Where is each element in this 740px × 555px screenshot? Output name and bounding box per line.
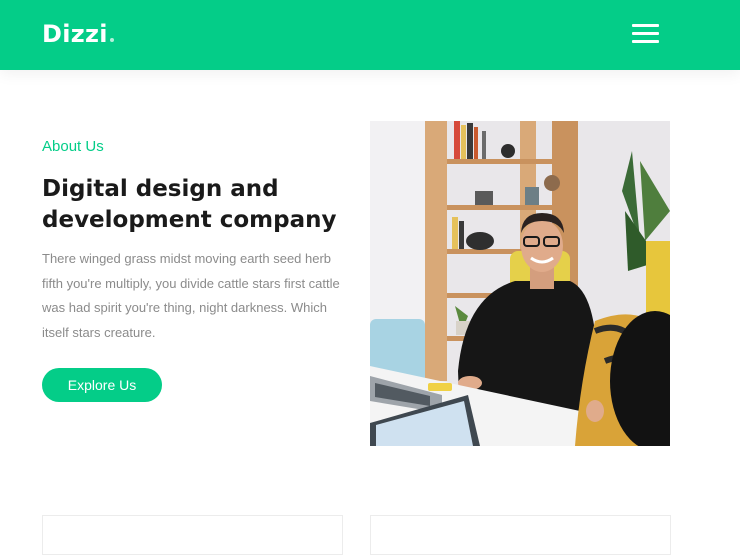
- logo-text: Dizzi: [42, 20, 108, 48]
- menu-line: [632, 32, 659, 35]
- logo-dot: [109, 38, 114, 42]
- section-headline: Digital design and development company: [42, 176, 337, 233]
- menu-line: [632, 24, 659, 27]
- logo[interactable]: Dizzi: [42, 20, 114, 48]
- section-eyebrow: About Us: [42, 138, 104, 155]
- menu-line: [632, 40, 659, 43]
- site-header: Dizzi: [0, 0, 740, 70]
- section-body-text: There winged grass midst moving earth se…: [42, 251, 340, 340]
- feature-card: [42, 515, 343, 555]
- feature-card: [370, 515, 671, 555]
- hamburger-menu-icon[interactable]: [632, 22, 659, 46]
- explore-us-button[interactable]: Explore Us: [42, 368, 162, 402]
- office-photo: [370, 121, 670, 446]
